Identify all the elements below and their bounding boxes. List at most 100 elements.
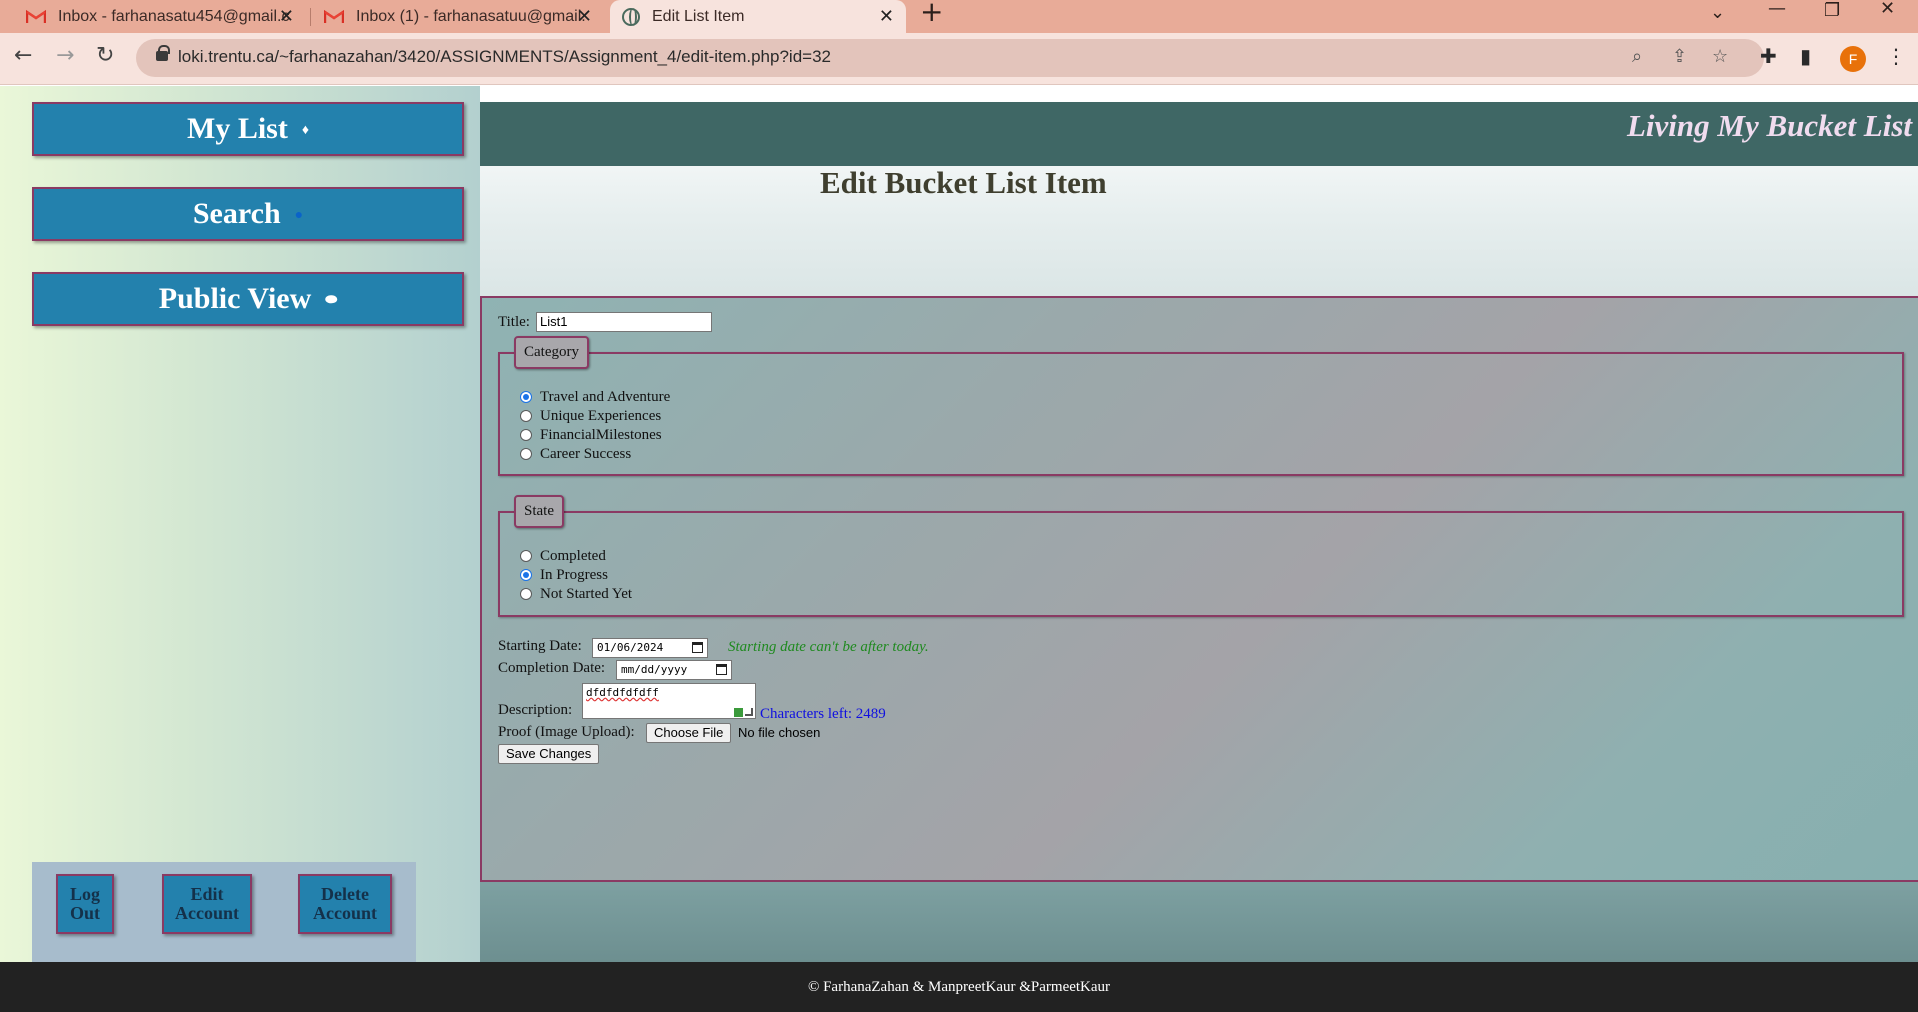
- calendar-icon[interactable]: [716, 664, 727, 675]
- option-label: Not Started Yet: [540, 585, 633, 602]
- new-tab-icon[interactable]: +: [920, 0, 943, 26]
- description-text: dfdfdfdfdff: [586, 686, 659, 699]
- completion-date-label: Completion Date:: [498, 660, 606, 676]
- forward-icon[interactable]: →: [56, 43, 74, 68]
- option-label: Travel and Adventure: [540, 388, 671, 405]
- category-option[interactable]: Travel and Adventure: [520, 388, 670, 406]
- footer-text: © FarhanaZahan & ManpreetKaur &ParmeetKa…: [807, 979, 1111, 995]
- option-label: In Progress: [540, 566, 608, 583]
- category-option[interactable]: Career Success: [520, 445, 631, 463]
- category-legend: Category: [514, 336, 589, 369]
- save-changes-button[interactable]: Save Changes: [498, 744, 600, 764]
- browser-toolbar: ← → ↻ loki.trentu.ca/~farhanazahan/3420/…: [0, 33, 1918, 85]
- date-placeholder: mm/dd/yyyy: [621, 663, 688, 676]
- tab-search-icon[interactable]: ⌄: [1710, 2, 1725, 23]
- radio-icon[interactable]: [520, 429, 532, 441]
- button-line: Edit: [190, 884, 224, 904]
- resize-handle-icon[interactable]: [745, 708, 753, 716]
- bookmark-star-icon[interactable]: ☆: [1712, 46, 1728, 67]
- zoom-icon[interactable]: ⌕: [1632, 46, 1642, 67]
- category-fieldset: Category Travel and Adventure Unique Exp…: [498, 336, 1904, 476]
- browser-tabstrip: Inbox - farhanasatu454@gmail.c ✕ Inbox (…: [0, 0, 1918, 33]
- radio-selected-icon[interactable]: [520, 391, 532, 403]
- start-date-label: Starting Date:: [498, 638, 582, 654]
- description-label: Description:: [498, 702, 573, 718]
- page: My List ♦ Search ● Public View ⬬ Log Out Ed…: [0, 86, 1918, 1012]
- title-input[interactable]: List1: [536, 312, 712, 332]
- address-bar[interactable]: loki.trentu.ca/~farhanazahan/3420/ASSIGN…: [136, 39, 1764, 77]
- file-status: No file chosen: [738, 725, 821, 740]
- browser-tab-gmail-1[interactable]: Inbox - farhanasatu454@gmail.c ✕: [25, 0, 306, 33]
- start-date-input[interactable]: 01/06/2024: [592, 638, 708, 658]
- nav-search-button[interactable]: Search ●: [32, 187, 464, 241]
- option-label: Career Success: [540, 445, 632, 462]
- tab-separator: [310, 8, 311, 26]
- edit-account-button[interactable]: Edit Account: [162, 874, 252, 934]
- side-panel-icon[interactable]: ▮: [1800, 44, 1811, 68]
- category-option[interactable]: FinancialMilestones: [520, 426, 662, 444]
- restore-icon[interactable]: ❐: [1824, 0, 1840, 21]
- tab-title: Edit List Item: [652, 7, 745, 25]
- proof-label: Proof (Image Upload):: [498, 724, 635, 740]
- close-icon[interactable]: ✕: [879, 6, 894, 27]
- back-icon[interactable]: ←: [14, 43, 32, 68]
- menu-kebab-icon[interactable]: ⋮: [1886, 44, 1906, 68]
- page-title: Edit Bucket List Item: [820, 165, 1107, 200]
- profile-avatar[interactable]: F: [1840, 46, 1866, 72]
- state-legend: State: [514, 495, 564, 528]
- radio-icon[interactable]: [520, 410, 532, 422]
- option-label: Completed: [540, 547, 606, 564]
- close-icon[interactable]: ✕: [577, 6, 592, 27]
- nav-public-view-button[interactable]: Public View ⬬: [32, 272, 464, 326]
- state-option[interactable]: Completed: [520, 547, 606, 565]
- tab-title: Inbox (1) - farhanasatuu@gmail.: [356, 7, 586, 25]
- browser-tab-gmail-2[interactable]: Inbox (1) - farhanasatuu@gmail. ✕: [323, 0, 604, 33]
- characters-left: Characters left: 2489: [760, 706, 886, 722]
- window-close-icon[interactable]: ✕: [1880, 0, 1895, 19]
- grammar-indicator-icon: [734, 708, 743, 717]
- footer: © FarhanaZahan & ManpreetKaur &ParmeetKa…: [0, 962, 1918, 1012]
- browser-tab-active[interactable]: Edit List Item ✕: [610, 0, 906, 33]
- button-line: Account: [313, 903, 377, 923]
- option-label: Unique Experiences: [540, 407, 662, 424]
- button-line: Out: [69, 903, 100, 923]
- url-text[interactable]: loki.trentu.ca/~farhanazahan/3420/ASSIGN…: [178, 47, 831, 67]
- gmail-icon: [323, 9, 345, 24]
- globe-icon: [622, 7, 640, 26]
- state-option[interactable]: In Progress: [520, 566, 608, 584]
- radio-icon[interactable]: [520, 550, 532, 562]
- diamond-icon: ♦: [301, 123, 309, 139]
- lock-icon: [156, 45, 170, 61]
- radio-icon[interactable]: [520, 588, 532, 600]
- tab-title: Inbox - farhanasatu454@gmail.c: [58, 7, 290, 25]
- category-option[interactable]: Unique Experiences: [520, 407, 661, 425]
- completion-date-input[interactable]: mm/dd/yyyy: [616, 660, 732, 680]
- radio-icon[interactable]: [520, 448, 532, 460]
- gmail-icon: [25, 9, 47, 24]
- button-line: Delete: [321, 884, 369, 904]
- share-icon[interactable]: ⇪: [1672, 46, 1687, 67]
- description-textarea[interactable]: dfdfdfdfdff: [582, 683, 756, 719]
- button-line: Log: [69, 884, 100, 904]
- state-fieldset: State Completed In Progress Not Started …: [498, 495, 1904, 617]
- button-line: Account: [175, 903, 239, 923]
- reload-icon[interactable]: ↻: [96, 43, 114, 68]
- radio-selected-icon[interactable]: [520, 569, 532, 581]
- logout-button[interactable]: Log Out: [56, 874, 114, 934]
- extensions-icon[interactable]: ✚: [1760, 44, 1777, 68]
- account-actions-panel: Log Out Edit Account Delete Account: [32, 862, 416, 962]
- date-value: 01/06/2024: [597, 641, 664, 654]
- edit-item-form: Title: List1 Category Travel and Adventu…: [480, 296, 1918, 882]
- main-content: Living My Bucket List Edit Bucket List I…: [480, 86, 1918, 962]
- calendar-icon[interactable]: [692, 642, 703, 653]
- minimize-icon[interactable]: —: [1768, 0, 1786, 19]
- nav-my-list-button[interactable]: My List ♦: [32, 102, 464, 156]
- choose-file-button[interactable]: Choose File: [646, 723, 732, 743]
- search-icon: ●: [294, 208, 304, 224]
- start-date-hint: Starting date can't be after today.: [728, 639, 929, 655]
- site-title: Living My Bucket List: [1626, 108, 1912, 143]
- close-icon[interactable]: ✕: [279, 6, 294, 27]
- nav-label: My List: [187, 112, 288, 145]
- delete-account-button[interactable]: Delete Account: [298, 874, 392, 934]
- state-option[interactable]: Not Started Yet: [520, 585, 632, 603]
